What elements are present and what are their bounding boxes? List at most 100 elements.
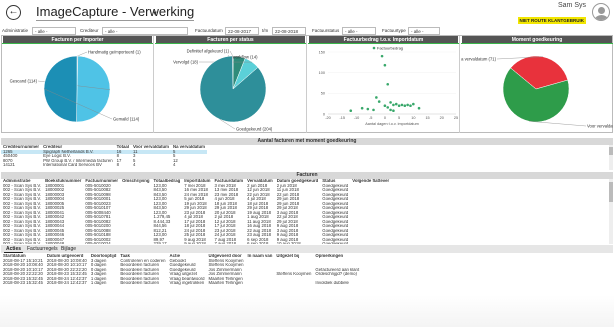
invoices-scrollbar[interactable] <box>609 179 613 244</box>
scatter-point[interactable] <box>383 104 387 108</box>
x-tick-label: -15 <box>339 116 345 120</box>
tab-bijlage[interactable]: Bijlage <box>59 246 78 252</box>
scatter-point[interactable] <box>375 96 378 99</box>
x-tick-label: 10 <box>411 116 415 120</box>
avatar[interactable] <box>592 3 610 21</box>
panel-moment: Moment goedkeuring Na vervaldatum (71) Vo… <box>461 36 613 133</box>
table-cell: Maarten Terlingen <box>208 281 243 285</box>
user-name: Sam Sys <box>557 2 586 9</box>
app-window: ← ImageCapture - Verwerking ▼ Sam Sys NI… <box>0 0 614 327</box>
scatter-point[interactable] <box>392 109 395 112</box>
scatter-point[interactable] <box>406 103 409 107</box>
filter-status-select[interactable]: - alle - <box>342 27 376 35</box>
overview-scrollbar[interactable] <box>609 145 613 170</box>
scatter-point[interactable] <box>349 109 353 112</box>
scatter-point[interactable] <box>366 107 370 111</box>
filter-crediteur-select[interactable]: - alle - <box>102 27 188 35</box>
filter-label-factuurstatus: Factuurstatus <box>312 28 340 33</box>
filter-type-select[interactable]: - alle - <box>408 27 440 35</box>
table-cell: 18000048 <box>43 242 83 244</box>
x-tick-label: -20 <box>325 116 331 120</box>
table-cell: International Card Services BV <box>43 163 102 167</box>
table-cell: 2018-08-24 12:42:37 <box>46 281 87 285</box>
legend-label: Factuurbedrag <box>377 46 403 51</box>
detail-tabs: Acties Factuurregels Bijlage <box>1 245 613 253</box>
panel-title: Facturen per Importer <box>3 36 152 44</box>
filter-label-tm: t/m <box>262 28 269 33</box>
pie-label: Definitief afgekeurd (1) <box>187 49 230 54</box>
column-header[interactable]: Volgende flattever <box>350 179 391 184</box>
scatter-point[interactable] <box>403 104 407 108</box>
filter-date-from-input[interactable]: 22-08-2017 <box>225 27 259 35</box>
column-header[interactable]: Omschrijving <box>120 179 151 184</box>
importer-pie-chart[interactable]: Handmatig geïmporteerd (1) Gescand (114) G… <box>2 44 154 132</box>
filter-label-factuurdatum: Factuurdatum <box>195 28 223 33</box>
pie-label-leader <box>77 51 88 57</box>
table-cell: 4 <box>133 163 136 167</box>
scatter-chart[interactable]: -20 -15 -10 -5 0 5 10 15 20 25 0 50 100 150 Aantal dag… <box>308 44 460 132</box>
filter-label-administratie: Administratie <box>2 28 29 33</box>
scatter-point[interactable] <box>412 102 415 106</box>
tab-acties[interactable]: Acties <box>4 246 24 253</box>
filter-date-to-input[interactable]: 22-08-2018 <box>272 27 306 35</box>
pie-slice[interactable] <box>43 55 78 123</box>
actions-table-wrap: Startdatum Datum uitgevoerd Doorlooptijd Ta… <box>1 254 613 294</box>
scatter-point[interactable] <box>386 106 390 109</box>
scatter-point[interactable] <box>394 102 398 106</box>
pie-label: Gemaild (114) <box>113 117 140 122</box>
y-tick-label: 50 <box>321 92 325 96</box>
scatter-point[interactable] <box>389 101 392 104</box>
scatter-point[interactable] <box>377 100 381 103</box>
pie-label: Handmatig geïmporteerd (1) <box>88 50 141 55</box>
scatter-point[interactable] <box>417 106 421 110</box>
table-row[interactable]: 14121 International Card Services BV 8 4 4 <box>1 163 207 168</box>
table-cell: 6 sep 2018 <box>245 242 275 244</box>
filter-administratie-select[interactable]: - alle - <box>32 27 76 35</box>
table-row[interactable]: 002 - Scan Sys B.V.18000048005-5010024 22… <box>1 242 391 244</box>
scatter-point[interactable] <box>360 106 364 110</box>
invoices-table: Administratie Boekstuknummer Factuurnummer… <box>1 179 391 244</box>
scatter-point[interactable] <box>392 103 395 107</box>
x-tick-label: -10 <box>354 116 360 120</box>
status-pie-chart[interactable]: Definitief afgekeurd (1)In workflow (14)… <box>155 44 307 132</box>
table-cell: 14121 <box>3 163 15 167</box>
scatter-point[interactable] <box>409 104 412 108</box>
table-cell: Involdiek dubbele <box>315 281 349 285</box>
app-title[interactable]: ImageCapture - Verwerking <box>36 4 195 21</box>
moment-pie-chart[interactable]: Na vervaldatum (71) Voor vervaldatum (134… <box>461 44 613 132</box>
y-tick-label: 100 <box>319 71 325 75</box>
empty-area <box>0 295 614 327</box>
scatter-point[interactable] <box>383 63 387 67</box>
scatter-point[interactable] <box>389 108 392 112</box>
x-tick-label: 25 <box>454 116 458 120</box>
table-cell: 10 aug 2018 <box>275 242 321 244</box>
table-cell: 005-5010024 <box>83 242 120 244</box>
user-info: Sam Sys NIET ROUTE KLANTGEBRUIK <box>517 2 586 27</box>
pie-label: Voor vervaldatum (134) <box>587 124 613 129</box>
table-row[interactable]: 2018-08-23 15:32:45 2018-08-24 12:42:37 1 … <box>1 281 361 286</box>
scatter-point[interactable] <box>372 108 375 112</box>
chevron-down-icon[interactable]: ▼ <box>152 11 158 17</box>
x-axis-label: Aantal dagen t.o.v. importdatum <box>365 122 419 126</box>
x-tick-label: 20 <box>440 116 444 120</box>
column-header[interactable]: In naam van <box>246 254 275 259</box>
dashboard-panels: Facturen per Importer Handmatig geïmport… <box>1 35 613 133</box>
scatter-point[interactable] <box>380 54 384 58</box>
panel-title: Facturen per status <box>156 36 305 44</box>
y-tick-label: 150 <box>319 50 325 54</box>
overview-table-wrap: Crediteurnummer Crediteur Totaal Voor verva… <box>1 145 613 170</box>
tab-factuurregels[interactable]: Factuurregels <box>25 246 60 252</box>
pie-label-leader <box>529 121 587 127</box>
panel-scatter: Factuurbedrag t.o.v. Importdatum -20 -15-… <box>308 36 460 133</box>
table-cell: 8 <box>116 163 120 167</box>
scatter-point[interactable] <box>397 104 401 108</box>
overview-section-title: Aantal facturen met moment goedkeuring <box>1 138 613 145</box>
table-cell: 9 aug 2018 <box>182 242 212 244</box>
x-tick-label: 5 <box>398 116 400 120</box>
scatter-point[interactable] <box>386 82 390 86</box>
legend-marker <box>372 46 376 50</box>
scatter-point[interactable] <box>400 103 404 107</box>
table-cell: 7 aug 2018 <box>212 242 245 244</box>
column-header[interactable]: Na vervaldatum <box>171 145 207 150</box>
arrow-left-icon[interactable]: ← <box>6 5 21 20</box>
